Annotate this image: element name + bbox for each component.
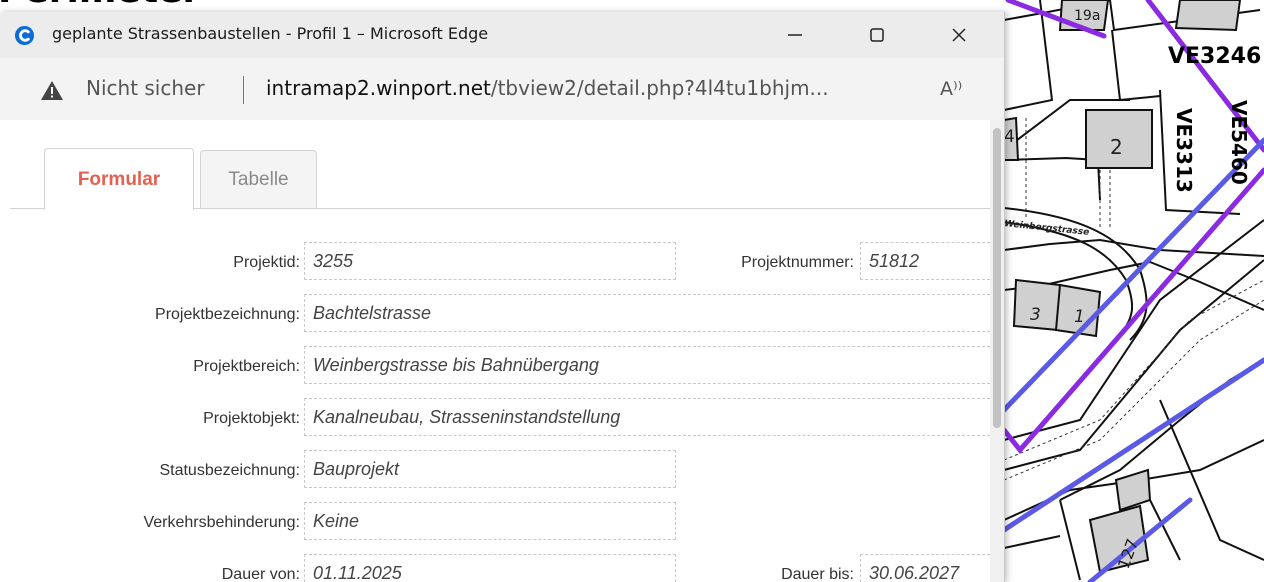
close-button[interactable] — [928, 12, 990, 58]
maximize-button[interactable] — [846, 12, 908, 58]
url-path: /tbview2/detail.php?4l4tu1bhjm... — [490, 76, 829, 100]
tab-tabelle[interactable]: Tabelle — [200, 150, 317, 208]
map-label-building-19a: 19a — [1074, 8, 1100, 24]
scrollbar-thumb[interactable] — [993, 128, 1001, 428]
url-host: intramap2.winport.net — [266, 76, 491, 100]
label-statusbezeichnung: Statusbezeichnung: — [159, 462, 300, 479]
tab-formular[interactable]: Formular — [44, 148, 194, 210]
map-label-ve3313: VE3313 — [1172, 108, 1196, 193]
map-label-building-2: 2 — [1110, 135, 1123, 159]
browser-window: geplante Strassenbaustellen - Profil 1 –… — [0, 12, 1005, 582]
label-projektnummer: Projektnummer: — [741, 254, 854, 271]
background-page-title: Perimeter — [0, 0, 200, 11]
label-dauer-bis: Dauer bis: — [781, 566, 854, 582]
vertical-scrollbar[interactable] — [990, 120, 1004, 582]
warning-icon[interactable] — [40, 80, 64, 101]
field-projektid[interactable]: 3255 — [304, 242, 676, 280]
label-dauer-von: Dauer von: — [221, 566, 300, 582]
page-content: Formular Tabelle Projektid: 3255 Projekt… — [0, 120, 990, 582]
address-separator — [243, 76, 244, 104]
window-titlebar[interactable]: geplante Strassenbaustellen - Profil 1 –… — [0, 12, 1004, 58]
maximize-icon — [870, 28, 884, 42]
address-bar[interactable]: Nicht sicher intramap2.winport.net/tbvie… — [0, 58, 1004, 121]
label-verkehrsbehinderung: Verkehrsbehinderung: — [143, 514, 300, 531]
field-projektnummer[interactable]: 51812 — [860, 242, 990, 280]
label-projektbezeichnung: Projektbezeichnung: — [155, 306, 300, 323]
read-aloud-icon[interactable]: A⁾⁾ — [940, 78, 962, 100]
close-icon — [952, 28, 966, 42]
field-dauer-bis[interactable]: 30.06.2027 — [860, 554, 990, 582]
label-projektobjekt: Projektobjekt: — [203, 410, 300, 427]
security-status-label[interactable]: Nicht sicher — [86, 76, 205, 100]
field-dauer-von[interactable]: 01.11.2025 — [304, 554, 676, 582]
field-verkehrsbehinderung[interactable]: Keine — [304, 502, 676, 540]
map-label-building-4: 4 — [1004, 127, 1015, 147]
map-label-ve3246: VE3246 — [1168, 44, 1261, 69]
label-projektbereich: Projektbereich: — [193, 358, 300, 375]
field-projektobjekt[interactable]: Kanalneubau, Strasseninstandstellung — [304, 398, 990, 436]
label-projektid: Projektid: — [233, 254, 300, 271]
field-projektbereich[interactable]: Weinbergstrasse bis Bahnübergang — [304, 346, 990, 384]
app-logo-icon — [14, 25, 35, 46]
minimize-button[interactable] — [764, 12, 826, 58]
map-label-ve5460: VE5460 — [1227, 100, 1251, 185]
url-field[interactable]: intramap2.winport.net/tbview2/detail.php… — [266, 76, 829, 100]
field-statusbezeichnung[interactable]: Bauprojekt — [304, 450, 676, 488]
map-label-building-3: 3 — [1030, 305, 1041, 325]
map-label-building-1: 1 — [1074, 307, 1085, 327]
window-title: geplante Strassenbaustellen - Profil 1 –… — [52, 24, 489, 43]
field-projektbezeichnung[interactable]: Bachtelstrasse — [304, 294, 990, 332]
minimize-icon — [788, 34, 802, 36]
